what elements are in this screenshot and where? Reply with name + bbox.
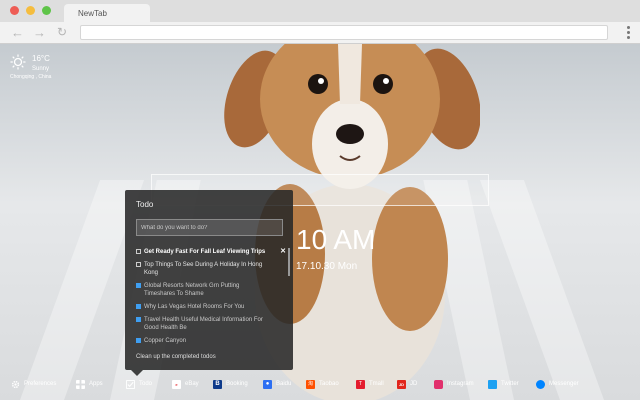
checkbox-icon: [126, 380, 135, 389]
ebay-icon: e: [172, 380, 181, 389]
clock-date: 17.10.30 Mon: [296, 261, 358, 272]
bottom-bar: Preferences Apps Todo e eBay B Booking ●…: [0, 374, 640, 394]
address-bar[interactable]: [80, 25, 608, 40]
close-window-button[interactable]: [10, 6, 19, 15]
maximize-window-button[interactable]: [42, 6, 51, 15]
todo-item[interactable]: Global Resorts Network Grn Putting Times…: [136, 282, 256, 298]
todo-checkbox[interactable]: [136, 338, 141, 343]
taobao-link[interactable]: 淘 Taobao: [306, 379, 339, 389]
instagram-icon: [434, 380, 443, 389]
arrow-left-icon[interactable]: ←: [11, 26, 24, 39]
sun-cloud-icon: [10, 54, 26, 70]
jd-link[interactable]: JD JD: [397, 379, 417, 389]
browser-tab-bar: NewTab: [0, 0, 640, 22]
apps-button[interactable]: Apps: [76, 379, 103, 389]
taobao-icon: 淘: [306, 380, 315, 389]
bottom-bar-label: JD: [410, 381, 418, 387]
baidu-icon: ●: [263, 380, 272, 389]
menu-dots-icon[interactable]: [627, 26, 630, 41]
todo-checkbox[interactable]: [136, 249, 141, 254]
tab-title: NewTab: [78, 9, 107, 18]
bottom-bar-label: Instagram: [447, 381, 474, 387]
grid-icon: [76, 380, 85, 389]
todo-list: Get Ready Fast For Fall Leaf Viewing Tri…: [136, 248, 291, 345]
ebay-link[interactable]: e eBay: [172, 379, 199, 389]
bottom-bar-label: Preferences: [24, 381, 57, 387]
preferences-button[interactable]: Preferences: [11, 379, 56, 389]
todo-input[interactable]: [136, 219, 283, 236]
todo-item[interactable]: Top Things To See During A Holiday In Ho…: [136, 261, 270, 277]
jd-icon: JD: [397, 380, 406, 389]
todo-item-text: Global Resorts Network Grn Putting Times…: [144, 283, 240, 297]
todo-scrollbar[interactable]: [288, 248, 290, 276]
todo-item-text: Get Ready Fast For Fall Leaf Viewing Tri…: [144, 249, 266, 255]
messenger-icon: [536, 380, 545, 389]
clock-time: 10 AM: [296, 224, 376, 255]
todo-checkbox[interactable]: [136, 317, 141, 322]
baidu-link[interactable]: ● Baidu: [263, 379, 291, 389]
bottom-bar-label: Apps: [89, 381, 103, 387]
todo-item-text: Top Things To See During A Holiday In Ho…: [144, 262, 263, 276]
twitter-link[interactable]: Twitter: [488, 379, 519, 389]
bottom-bar-label: Messenger: [549, 381, 579, 387]
bottom-bar-label: eBay: [185, 381, 199, 387]
minimize-window-button[interactable]: [26, 6, 35, 15]
reload-icon[interactable]: ↻: [57, 26, 67, 39]
todo-item-text: Travel Health Useful Medical Information…: [144, 317, 263, 331]
tmall-icon: T: [356, 380, 365, 389]
bottom-bar-label: Taobao: [319, 381, 339, 387]
bottom-bar-label: Twitter: [501, 381, 519, 387]
todo-checkbox[interactable]: [136, 283, 141, 288]
browser-tab[interactable]: NewTab: [64, 4, 150, 22]
clear-completed-button[interactable]: Clean up the completed todos: [136, 354, 216, 360]
todo-item[interactable]: Copper Canyon: [136, 337, 284, 345]
todo-item-text: Copper Canyon: [144, 338, 187, 344]
messenger-link[interactable]: Messenger: [536, 379, 579, 389]
twitter-icon: [488, 380, 497, 389]
todo-item[interactable]: Travel Health Useful Medical Information…: [136, 316, 271, 332]
bottom-bar-label: Booking: [226, 381, 248, 387]
todo-checkbox[interactable]: [136, 304, 141, 309]
booking-icon: B: [213, 380, 222, 389]
instagram-link[interactable]: Instagram: [434, 379, 474, 389]
todo-item-text: Why Las Vegas Hotel Rooms For You: [144, 304, 245, 310]
todo-item[interactable]: Get Ready Fast For Fall Leaf Viewing Tri…: [136, 248, 286, 256]
todo-checkbox[interactable]: [136, 262, 141, 267]
weather-location: Chongqing , China: [10, 74, 52, 80]
close-icon[interactable]: ✕: [280, 248, 286, 256]
todo-panel: Todo Get Ready Fast For Fall Leaf Viewin…: [125, 190, 293, 370]
wallpaper: [0, 44, 640, 400]
bottom-bar-label: Todo: [139, 381, 153, 387]
arrow-right-icon[interactable]: →: [33, 26, 46, 39]
todo-button[interactable]: Todo: [126, 379, 152, 389]
todo-title: Todo: [136, 200, 154, 209]
gear-icon: [11, 380, 20, 389]
browser-toolbar: ← → ↻: [0, 22, 640, 44]
bottom-bar-label: Tmall: [369, 381, 384, 387]
weather-temperature: 16°C: [32, 54, 50, 63]
todo-item[interactable]: Why Las Vegas Hotel Rooms For You: [136, 303, 284, 311]
booking-link[interactable]: B Booking: [213, 379, 248, 389]
bottom-bar-label: Baidu: [276, 381, 292, 387]
tmall-link[interactable]: T Tmall: [356, 379, 384, 389]
weather-condition: Sunny: [32, 66, 50, 72]
